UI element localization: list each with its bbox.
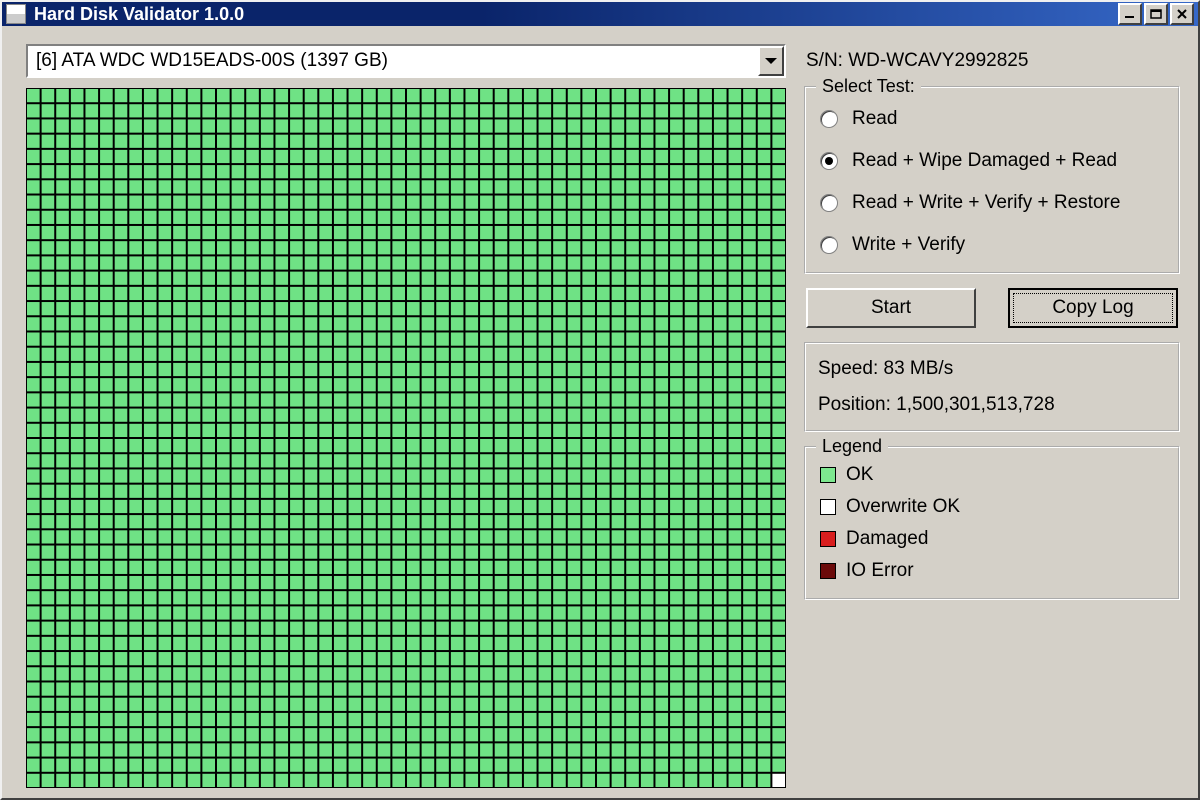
test-option-label: Write + Verify — [852, 234, 965, 256]
speed-label: Speed: 83 MB/s — [818, 358, 1166, 380]
drive-select-arrow[interactable] — [758, 46, 784, 76]
drive-select[interactable]: [6] ATA WDC WD15EADS-00S (1397 GB) — [26, 44, 786, 78]
test-option[interactable]: Read — [820, 108, 1164, 130]
maximize-button[interactable] — [1144, 3, 1168, 25]
select-test-title: Select Test: — [816, 76, 921, 97]
position-label: Position: 1,500,301,513,728 — [818, 394, 1166, 416]
serial-number: S/N: WD-WCAVY2992825 — [804, 50, 1180, 72]
app-window: Hard Disk Validator 1.0.0 [6] ATA WDC WD… — [0, 0, 1200, 800]
right-column: S/N: WD-WCAVY2992825 Select Test: ReadRe… — [804, 44, 1180, 788]
close-button[interactable] — [1170, 3, 1194, 25]
legend-item-label: Damaged — [846, 528, 928, 550]
legend-group: Legend OKOverwrite OKDamagedIO Error — [804, 446, 1180, 600]
legend-swatch — [820, 499, 836, 515]
select-test-group: Select Test: ReadRead + Wipe Damaged + R… — [804, 86, 1180, 274]
start-button[interactable]: Start — [806, 288, 976, 328]
copy-log-button[interactable]: Copy Log — [1008, 288, 1178, 328]
titlebar: Hard Disk Validator 1.0.0 — [2, 2, 1198, 26]
legend-swatch — [820, 563, 836, 579]
client-area: [6] ATA WDC WD15EADS-00S (1397 GB) S/N: … — [2, 26, 1198, 798]
window-title: Hard Disk Validator 1.0.0 — [34, 4, 1118, 25]
test-option-label: Read + Write + Verify + Restore — [852, 192, 1120, 214]
test-option-label: Read + Wipe Damaged + Read — [852, 150, 1117, 172]
radio-icon — [820, 236, 838, 254]
legend-list: OK Overwrite OK Damaged IO Error — [820, 464, 1164, 582]
legend-swatch — [820, 531, 836, 547]
legend-item: Overwrite OK — [820, 496, 1164, 518]
test-option[interactable]: Read + Wipe Damaged + Read — [820, 150, 1164, 172]
radio-icon — [820, 110, 838, 128]
button-row: Start Copy Log — [804, 288, 1180, 328]
test-option[interactable]: Write + Verify — [820, 234, 1164, 256]
app-icon — [6, 4, 26, 24]
test-option[interactable]: Read + Write + Verify + Restore — [820, 192, 1164, 214]
minimize-button[interactable] — [1118, 3, 1142, 25]
test-option-list: Read Read + Wipe Damaged + Read Read + Wri… — [820, 104, 1164, 256]
test-option-label: Read — [852, 108, 897, 130]
chevron-down-icon — [765, 58, 777, 64]
drive-select-value: [6] ATA WDC WD15EADS-00S (1397 GB) — [36, 50, 758, 72]
legend-item: IO Error — [820, 560, 1164, 582]
sector-map — [26, 88, 786, 788]
window-controls — [1118, 3, 1194, 25]
legend-item: Damaged — [820, 528, 1164, 550]
legend-title: Legend — [816, 436, 888, 457]
legend-item: OK — [820, 464, 1164, 486]
stats-panel: Speed: 83 MB/s Position: 1,500,301,513,7… — [804, 342, 1180, 432]
legend-swatch — [820, 467, 836, 483]
legend-item-label: Overwrite OK — [846, 496, 960, 518]
legend-item-label: IO Error — [846, 560, 914, 582]
radio-icon — [820, 152, 838, 170]
left-column: [6] ATA WDC WD15EADS-00S (1397 GB) — [26, 44, 786, 788]
radio-icon — [820, 194, 838, 212]
legend-item-label: OK — [846, 464, 873, 486]
